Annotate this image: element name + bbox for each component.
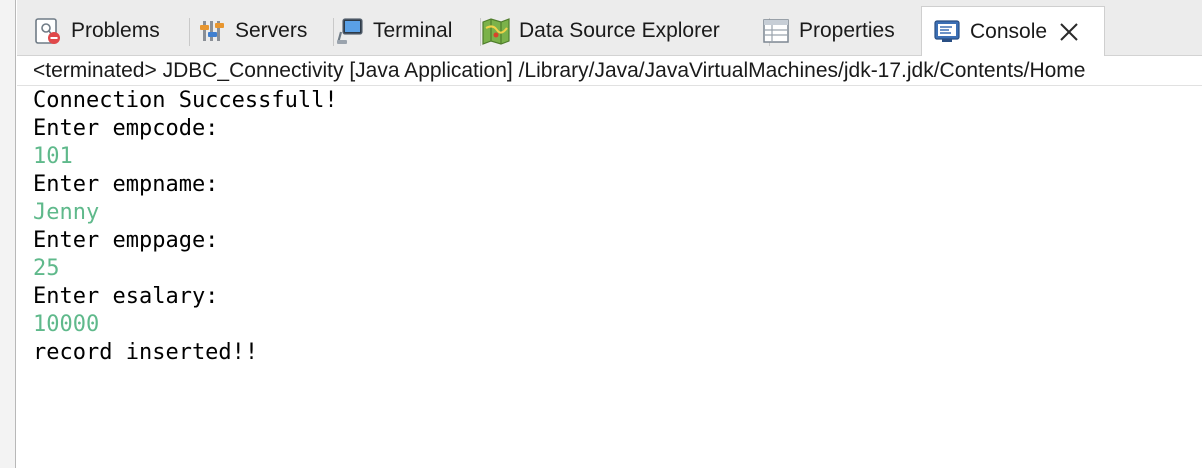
tab-label: Problems [71, 19, 160, 42]
terminal-icon [335, 16, 365, 46]
tab-separator [333, 18, 334, 46]
console-output-line: Connection Successfull! [33, 88, 338, 113]
tab-terminal[interactable]: Terminal [335, 6, 452, 56]
console-output-line: Enter esalary: [33, 284, 219, 309]
console-input-line: Jenny [33, 200, 100, 225]
tab-label: Console [970, 20, 1048, 43]
tab-separator [189, 18, 190, 46]
console-output-line: Enter empname: [33, 172, 219, 197]
tab-properties[interactable]: Properties [761, 6, 895, 56]
view-tab-bar: Problems Servers Terminal Data Source Ex… [17, 0, 1202, 57]
tab-label: Terminal [373, 19, 453, 42]
console-output-line: Enter emppage: [33, 228, 219, 253]
console-icon [932, 17, 962, 47]
tab-label: Properties [799, 19, 895, 42]
data-source-explorer-icon [481, 16, 511, 46]
console-output-line: Enter empcode: [33, 116, 219, 141]
console-view-panel: Problems Servers Terminal Data Source Ex… [17, 0, 1202, 468]
tab-label: Data Source Explorer [519, 19, 720, 42]
tab-problems[interactable]: Problems [33, 6, 160, 56]
tab-console[interactable]: Console [921, 6, 1105, 57]
tab-data-source-explorer[interactable]: Data Source Explorer [481, 6, 720, 56]
process-status-line: <terminated> JDBC_Connectivity [Java App… [17, 56, 1202, 86]
console-input-line: 25 [33, 256, 60, 281]
problems-icon [33, 16, 63, 46]
servers-icon [197, 16, 227, 46]
console-output-line: record inserted!! [33, 340, 259, 365]
tab-servers[interactable]: Servers [197, 6, 307, 56]
console-input-line: 10000 [33, 312, 100, 337]
tab-label: Servers [235, 19, 308, 42]
close-icon[interactable] [1059, 22, 1079, 42]
console-output[interactable]: Connection Successfull! Enter empcode: 101… [33, 87, 1198, 367]
console-input-line: 101 [33, 144, 73, 169]
left-editor-strip [0, 0, 16, 468]
properties-icon [761, 16, 791, 46]
